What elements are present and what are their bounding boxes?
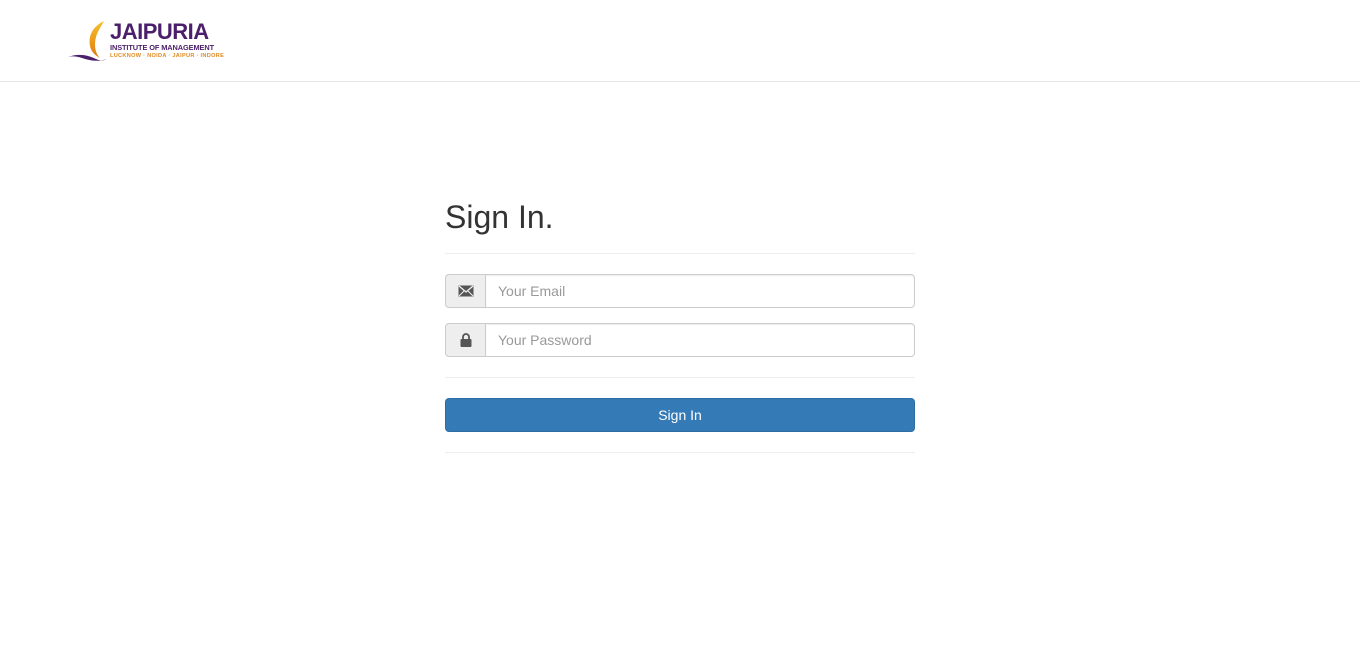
sign-in-button[interactable]: Sign In <box>445 398 915 432</box>
password-input[interactable] <box>485 323 915 357</box>
page-title: Sign In. <box>445 199 554 235</box>
flame-swoosh-icon <box>68 21 106 61</box>
divider <box>445 377 915 378</box>
brand-cities: LUCKNOW · NOIDA · JAIPUR · INDORE <box>110 53 225 59</box>
sign-in-form: Sign In. Sign In <box>445 195 915 453</box>
header: JAIPURIA INSTITUTE OF MANAGEMENT LUCKNOW… <box>0 0 1360 82</box>
password-input-group <box>445 323 915 357</box>
brand-name: JAIPURIA <box>110 19 209 44</box>
divider <box>445 253 915 254</box>
email-input[interactable] <box>485 274 915 308</box>
brand-subtitle: INSTITUTE OF MANAGEMENT <box>110 43 215 52</box>
envelope-icon <box>445 274 485 308</box>
jaipuria-logo[interactable]: JAIPURIA INSTITUTE OF MANAGEMENT LUCKNOW… <box>66 20 226 62</box>
lock-icon <box>445 323 485 357</box>
email-input-group <box>445 274 915 308</box>
divider <box>445 452 915 453</box>
